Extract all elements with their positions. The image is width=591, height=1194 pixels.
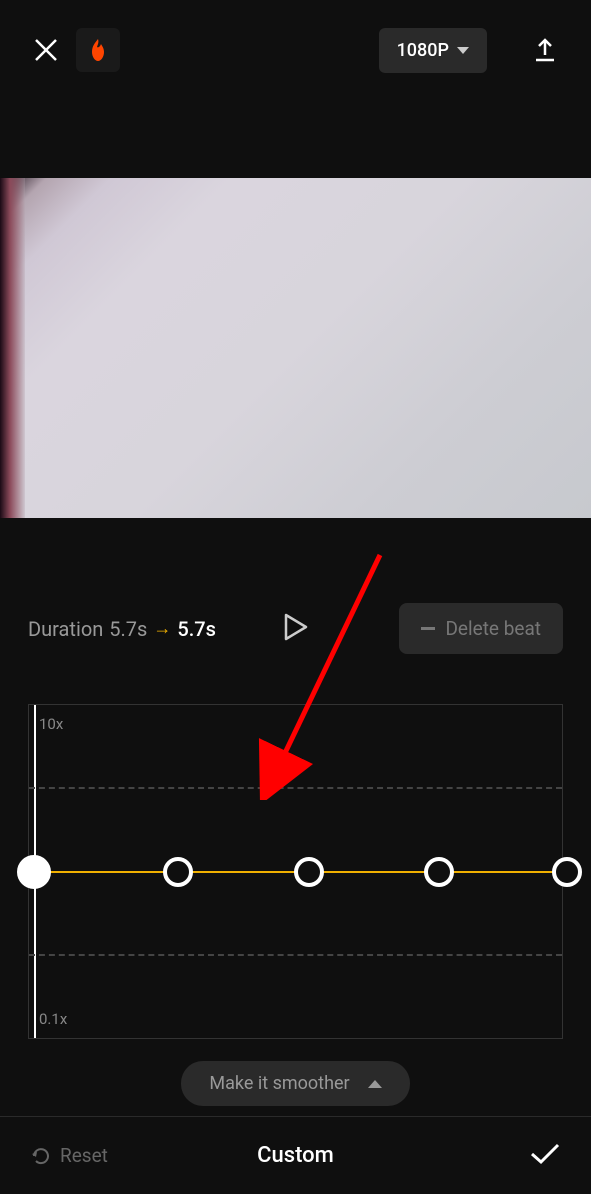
minus-icon xyxy=(421,627,435,630)
delete-beat-label: Delete beat xyxy=(445,617,541,640)
mode-label: Custom xyxy=(257,1143,334,1168)
speed-controls: Duration 5.7s → 5.7s Delete beat 10x 0.1… xyxy=(0,518,591,1106)
duration-info: Duration 5.7s → 5.7s xyxy=(28,617,216,641)
beat-point-2[interactable] xyxy=(294,857,324,887)
smoother-button[interactable]: Make it smoother xyxy=(181,1061,409,1106)
grid-line xyxy=(29,954,562,956)
beat-point-1[interactable] xyxy=(163,857,193,887)
close-button[interactable] xyxy=(30,34,62,66)
play-button[interactable] xyxy=(284,613,308,645)
reset-button[interactable]: Reset xyxy=(30,1144,108,1167)
resolution-label: 1080P xyxy=(397,40,449,61)
reset-label: Reset xyxy=(60,1144,108,1167)
duration-row: Duration 5.7s → 5.7s Delete beat xyxy=(28,603,563,654)
beat-point-0[interactable] xyxy=(17,855,51,889)
close-icon xyxy=(33,37,59,63)
header-bar: 1080P xyxy=(0,0,591,100)
chevron-up-icon xyxy=(368,1080,382,1088)
speed-curve-graph[interactable]: 10x 0.1x xyxy=(28,704,563,1039)
bottom-bar: Reset Custom xyxy=(0,1116,591,1194)
export-button[interactable] xyxy=(529,34,561,66)
chevron-down-icon xyxy=(457,47,469,54)
check-icon xyxy=(529,1142,561,1166)
flame-icon xyxy=(87,37,109,63)
export-icon xyxy=(532,37,558,63)
resolution-selector[interactable]: 1080P xyxy=(379,28,487,73)
arrow-icon: → xyxy=(153,618,171,639)
beat-point-4[interactable] xyxy=(552,857,582,887)
video-preview[interactable] xyxy=(0,178,591,518)
flame-button[interactable] xyxy=(76,28,120,72)
duration-new-value: 5.7s xyxy=(177,617,216,641)
smoother-label: Make it smoother xyxy=(209,1073,349,1094)
duration-old-value: 5.7s xyxy=(109,617,147,641)
duration-label: Duration xyxy=(28,617,103,641)
delete-beat-button[interactable]: Delete beat xyxy=(399,603,563,654)
reset-icon xyxy=(30,1145,52,1167)
play-icon xyxy=(284,613,308,641)
beat-point-3[interactable] xyxy=(424,857,454,887)
confirm-button[interactable] xyxy=(529,1142,561,1170)
graph-max-label: 10x xyxy=(39,715,63,733)
grid-line xyxy=(29,787,562,789)
graph-min-label: 0.1x xyxy=(39,1010,67,1028)
